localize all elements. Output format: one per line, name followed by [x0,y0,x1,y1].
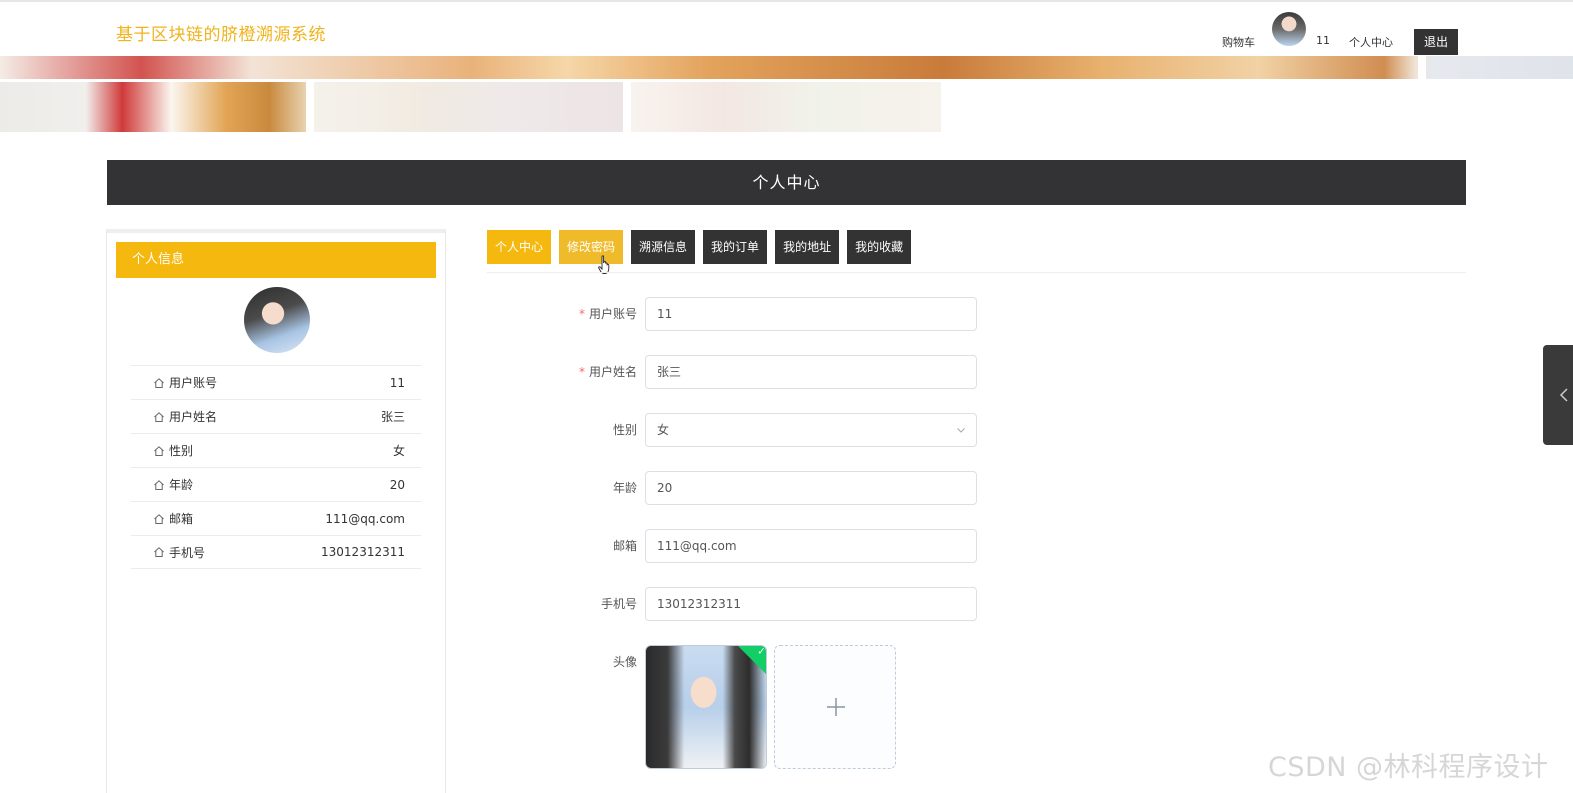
avatar-upload-preview[interactable]: ✓ [645,645,767,769]
header-avatar[interactable] [1272,12,1306,46]
banner-divider [1418,56,1426,79]
carousel-thumb-3[interactable] [631,82,941,132]
profile-row-value: 11 [389,375,405,390]
profile-row-account: 用户账号 11 [131,365,421,399]
profile-panel: 个人信息 用户账号 11 用户姓名 张三 性别 女 年龄 20 邮箱 111@q… [106,229,446,793]
field-label-phone: 手机号 [600,597,637,611]
avatar-upload-button[interactable] [774,645,896,769]
account-input[interactable]: 11 [645,297,977,331]
tab-personal-center[interactable]: 个人中心 [487,230,552,264]
logout-button[interactable]: 退出 [1414,29,1458,55]
tab-trace-info[interactable]: 溯源信息 [631,230,696,264]
profile-row-name: 用户姓名 张三 [131,399,421,433]
home-icon [154,445,164,456]
field-label-text: 用户账号 [588,307,637,321]
tab-change-password[interactable]: 修改密码 [559,230,624,264]
profile-row-phone: 手机号 13012312311 [131,535,421,569]
home-icon [154,479,164,490]
field-label-email: 邮箱 [612,539,637,553]
side-drawer-toggle[interactable] [1543,345,1573,445]
center-tabs: 个人中心 修改密码 溯源信息 我的订单 我的地址 我的收藏 [487,230,919,264]
carousel-thumb-2[interactable] [314,82,623,132]
form-row-gender: 性别 女 [487,413,987,447]
form-row-phone: 手机号 13012312311 [487,587,987,621]
home-icon [154,411,164,422]
profile-row-value: 女 [392,444,405,458]
check-icon: ✓ [738,646,766,675]
profile-row-label: 用户账号 [169,376,218,390]
field-label-avatar: 头像 [612,655,637,669]
profile-avatar [244,287,310,353]
profile-row-value: 13012312311 [321,545,405,559]
form-row-email: 邮箱 111@qq.com [487,529,987,563]
phone-input[interactable]: 13012312311 [645,587,977,621]
cart-link[interactable]: 购物车 [1222,34,1255,50]
profile-row-value: 111@qq.com [325,511,405,526]
banner-image [0,56,1573,79]
home-icon [154,377,164,388]
profile-row-email: 邮箱 111@qq.com [131,501,421,535]
site-title[interactable]: 基于区块链的脐橙溯源系统 [116,20,326,45]
tab-my-orders[interactable]: 我的订单 [703,230,768,264]
personal-center-link[interactable]: 个人中心 [1349,34,1393,50]
plus-icon [827,698,845,716]
carousel-thumb-1[interactable] [0,82,306,132]
chevron-down-icon [957,428,965,433]
field-label-text: 用户姓名 [588,365,637,379]
profile-row-label: 邮箱 [169,512,194,526]
profile-row-label: 性别 [169,444,194,458]
email-input[interactable]: 111@qq.com [645,529,977,563]
profile-row-value: 张三 [380,410,405,424]
profile-row-value: 20 [389,477,405,492]
home-icon [154,513,164,524]
profile-row-gender: 性别 女 [131,433,421,467]
header-username: 11 [1316,34,1330,47]
profile-row-label: 年龄 [169,478,194,492]
watermark: CSDN @林科程序设计 [1268,752,1549,783]
profile-panel-heading: 个人信息 [116,242,436,278]
tab-my-address[interactable]: 我的地址 [775,230,840,264]
form-row-name: * 用户姓名 张三 [487,355,987,389]
name-input[interactable]: 张三 [645,355,977,389]
tabs-divider [487,272,1466,273]
age-input[interactable]: 20 [645,471,977,505]
profile-info-list: 用户账号 11 用户姓名 张三 性别 女 年龄 20 邮箱 111@qq.com… [131,365,421,569]
profile-row-label: 手机号 [169,545,206,560]
profile-row-label: 用户姓名 [169,410,218,424]
page-title: 个人中心 [107,160,1466,205]
field-label-account: * 用户账号 [579,297,637,331]
form-row-account: * 用户账号 11 [487,297,987,331]
site-header: 基于区块链的脐橙溯源系统 购物车 11 个人中心 退出 [0,2,1573,56]
home-icon [154,547,164,557]
field-label-name: * 用户姓名 [579,355,637,389]
field-label-age: 年龄 [612,481,637,495]
chevron-left-icon [1559,388,1568,402]
profile-row-age: 年龄 20 [131,467,421,501]
form-row-age: 年龄 20 [487,471,987,505]
required-mark: * [578,365,585,379]
gender-select-value: 女 [657,423,670,437]
field-label-gender: 性别 [612,423,637,437]
tab-my-favorites[interactable]: 我的收藏 [847,230,912,264]
gender-select[interactable]: 女 [645,413,977,447]
required-mark: * [578,307,585,321]
